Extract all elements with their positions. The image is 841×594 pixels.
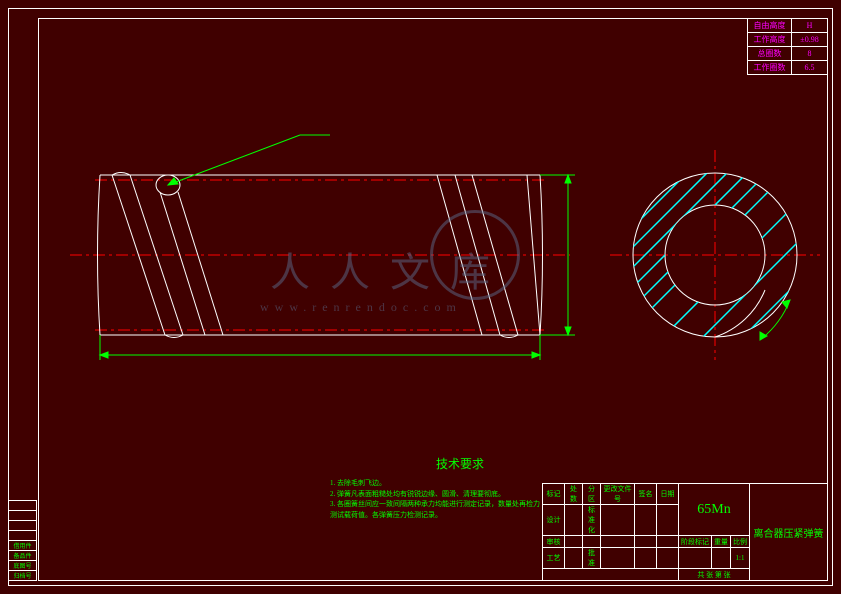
stage-label: 阶段标记 <box>679 536 712 548</box>
section-hatch <box>620 100 820 400</box>
tech-req-title: 技术要求 <box>330 455 590 472</box>
tb-header: 日期 <box>657 484 679 505</box>
tb-header: 签名 <box>635 484 657 505</box>
watermark-logo <box>430 210 520 300</box>
spring-end-view <box>610 100 820 400</box>
rev-label: 归档号 <box>9 571 37 581</box>
material-cell: 65Mn <box>679 484 750 536</box>
tb-header: 处数 <box>565 484 583 505</box>
scale-label: 比例 <box>731 536 750 548</box>
revision-block: 借用件 备品件 底图号 归档号 <box>8 500 37 581</box>
rev-label: 备品件 <box>9 551 37 561</box>
part-name-cell: 离合器压紧弹簧 <box>750 484 828 581</box>
scale-value: 1:1 <box>731 548 750 569</box>
sheet-label: 共 张 第 张 <box>679 569 750 581</box>
tb-header: 标记 <box>543 484 565 505</box>
weight-label: 重量 <box>712 536 731 548</box>
rev-label: 底图号 <box>9 561 37 571</box>
title-block: 标记 处数 分区 更改文件号 签名 日期 65Mn 离合器压紧弹簧 设计 标准化… <box>542 483 828 581</box>
tb-header: 更改文件号 <box>601 484 635 505</box>
tb-header: 分区 <box>583 484 601 505</box>
rev-label: 借用件 <box>9 541 37 551</box>
